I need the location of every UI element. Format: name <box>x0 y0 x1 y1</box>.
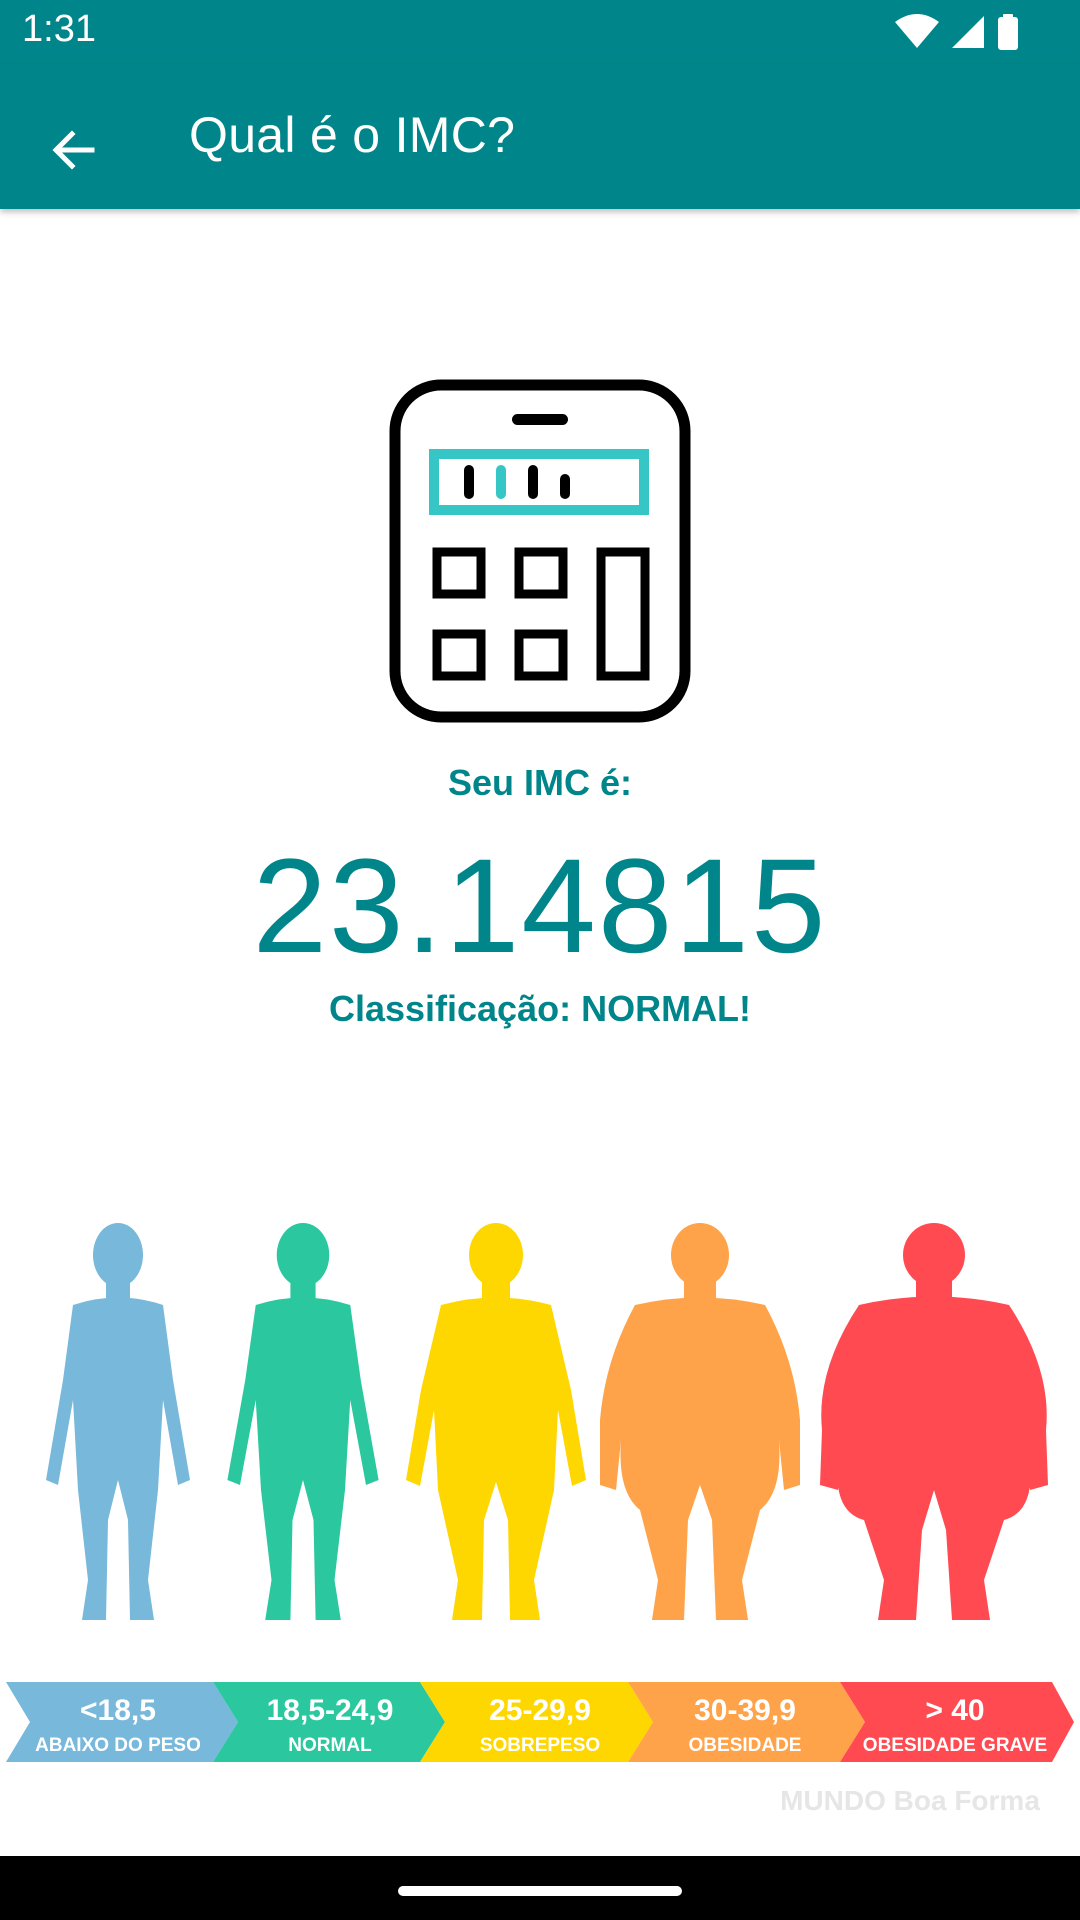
back-button[interactable] <box>28 104 120 196</box>
figure-overweight <box>406 1223 586 1620</box>
home-handle[interactable] <box>398 1886 682 1896</box>
app-bar: Qual é o IMC? <box>0 64 1080 209</box>
arrow-back-icon <box>52 130 95 170</box>
scale-range-5: > 40 <box>925 1694 984 1727</box>
scale-range-3: 25-29,9 <box>489 1694 591 1727</box>
figure-normal <box>227 1223 379 1620</box>
scale-range-1: <18,5 <box>80 1694 156 1727</box>
imc-label: Seu IMC é: <box>447 762 633 803</box>
figure-severe-obesity <box>820 1223 1048 1620</box>
scale-label-1: ABAIXO DO PESO <box>35 1735 201 1756</box>
scale-range-4: 30-39,9 <box>694 1694 796 1727</box>
page-title: Qual é o IMC? <box>189 107 516 163</box>
scale-label-5: OBESIDADE GRAVE <box>863 1735 1047 1756</box>
navigation-bar <box>0 1856 1080 1920</box>
figure-obesity <box>600 1223 800 1620</box>
imc-classification: Classificação: NORMAL! <box>328 988 752 1029</box>
calculator-icon <box>389 379 691 723</box>
scale-label-3: SOBREPESO <box>480 1735 600 1756</box>
scale-label-4: OBESIDADE <box>689 1735 802 1756</box>
status-time: 1:31 <box>22 8 96 50</box>
figure-underweight <box>46 1223 190 1620</box>
wifi-icon <box>895 14 939 48</box>
status-bar: 1:31 <box>0 0 1080 64</box>
bmi-scale-image: <18,5 ABAIXO DO PESO 18,5-24,9 NORMAL 25… <box>6 1223 1074 1816</box>
watermark: MUNDO Boa Forma <box>780 1785 1040 1816</box>
imc-value: 23.14815 <box>252 832 828 981</box>
scale-range-2: 18,5-24,9 <box>267 1694 394 1727</box>
battery-icon <box>998 14 1018 50</box>
cellular-signal-icon <box>952 16 984 48</box>
scale-label-2: NORMAL <box>288 1735 372 1756</box>
